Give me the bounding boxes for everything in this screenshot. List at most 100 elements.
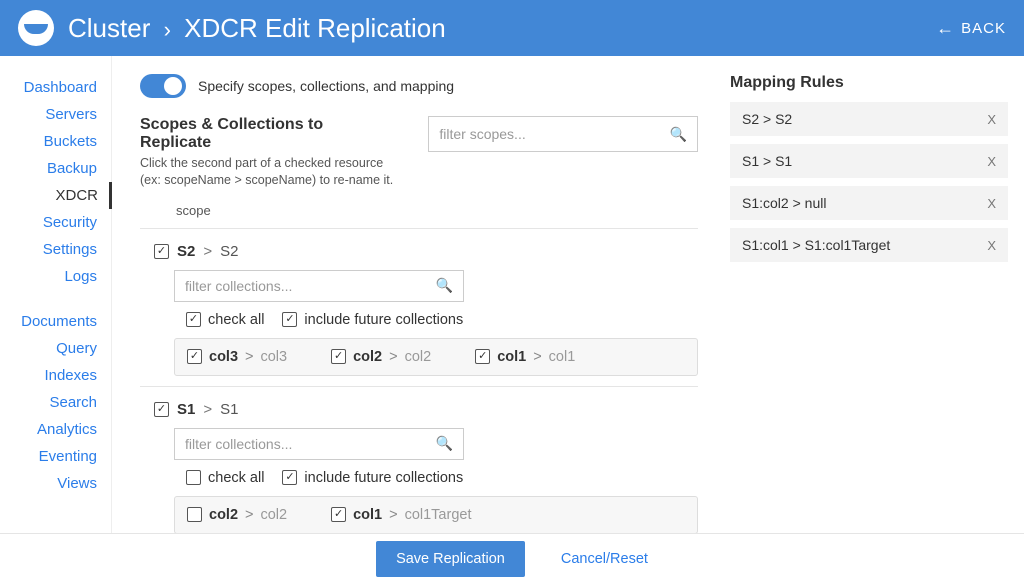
collection-item: col1 > col1Target <box>331 507 471 523</box>
search-icon: 🔍 <box>436 277 453 294</box>
mapping-rule-text: S1:col2 > null <box>742 195 826 211</box>
search-icon: 🔍 <box>670 126 687 143</box>
arrow-icon: > <box>203 401 212 418</box>
collection-source: col3 <box>209 349 238 365</box>
arrow-icon: > <box>389 507 397 523</box>
logo-icon <box>18 10 54 46</box>
breadcrumb-root[interactable]: Cluster <box>68 13 150 43</box>
filter-collections-wrap: 🔍 <box>174 270 464 302</box>
remove-rule-icon[interactable]: X <box>987 196 996 211</box>
collection-target[interactable]: col2 <box>405 349 432 365</box>
checkbox[interactable] <box>186 470 201 485</box>
collection-item: col2 > col2 <box>187 507 287 523</box>
sidebar-item-settings[interactable]: Settings <box>0 236 111 263</box>
divider <box>140 228 698 229</box>
mapping-rule-text: S1 > S1 <box>742 153 792 169</box>
breadcrumb-page: XDCR Edit Replication <box>184 13 446 43</box>
checkbox[interactable] <box>282 470 297 485</box>
remove-rule-icon[interactable]: X <box>987 154 996 169</box>
filter-scopes-input[interactable] <box>439 126 669 142</box>
sidebar-item-documents[interactable]: Documents <box>0 308 111 335</box>
section-subtitle-1: Click the second part of a checked resou… <box>140 155 398 172</box>
sidebar-item-dashboard[interactable]: Dashboard <box>0 74 111 101</box>
mapping-rule-text: S2 > S2 <box>742 111 792 127</box>
sidebar-nav: DashboardServersBucketsBackupXDCRSecurit… <box>0 56 112 533</box>
collection-source: col1 <box>497 349 526 365</box>
sidebar-item-query[interactable]: Query <box>0 335 111 362</box>
filter-collections-input[interactable] <box>185 436 436 452</box>
checkbox[interactable] <box>154 402 169 417</box>
collection-target[interactable]: col1 <box>549 349 576 365</box>
filter-collections-wrap: 🔍 <box>174 428 464 460</box>
sidebar-item-eventing[interactable]: Eventing <box>0 443 111 470</box>
check-all-option[interactable]: check all <box>186 470 264 486</box>
section-title: Scopes & Collections to Replicate <box>140 116 398 152</box>
collection-source: col2 <box>353 349 382 365</box>
scope-row: S1 > S1 <box>154 401 698 418</box>
sidebar-item-logs[interactable]: Logs <box>0 263 111 290</box>
scope-row: S2 > S2 <box>154 243 698 260</box>
scope-options: check all include future collections <box>186 470 698 486</box>
sidebar-item-servers[interactable]: Servers <box>0 101 111 128</box>
arrow-icon: > <box>245 349 253 365</box>
cancel-button[interactable]: Cancel/Reset <box>561 551 648 567</box>
checkbox[interactable] <box>154 244 169 259</box>
mapping-rules-panel: Mapping Rules S2 > S2 X S1 > S1 X S1:col2 > … <box>722 56 1012 533</box>
collections-grid: col3 > col3 col2 > col2 col1 > col1 <box>174 338 698 376</box>
scope-target[interactable]: S2 <box>220 243 238 260</box>
filter-collections-input[interactable] <box>185 278 436 294</box>
sidebar-item-analytics[interactable]: Analytics <box>0 416 111 443</box>
checkbox[interactable] <box>187 507 202 522</box>
mapping-toggle[interactable] <box>140 74 186 98</box>
sidebar-item-search[interactable]: Search <box>0 389 111 416</box>
arrow-left-icon: ← <box>936 18 955 39</box>
sidebar-item-views[interactable]: Views <box>0 470 111 497</box>
sidebar-item-indexes[interactable]: Indexes <box>0 362 111 389</box>
sidebar-item-backup[interactable]: Backup <box>0 155 111 182</box>
scope-target[interactable]: S1 <box>220 401 238 418</box>
checkbox[interactable] <box>187 349 202 364</box>
scope-column-header: scope <box>176 203 698 218</box>
divider <box>140 386 698 387</box>
app-header: Cluster › XDCR Edit Replication ← BACK <box>0 0 1024 56</box>
collection-target[interactable]: col1Target <box>405 507 472 523</box>
checkbox[interactable] <box>282 312 297 327</box>
mapping-toggle-label: Specify scopes, collections, and mapping <box>198 78 454 94</box>
mapping-rule: S1:col1 > S1:col1Target X <box>730 228 1008 262</box>
collection-source: col1 <box>353 507 382 523</box>
filter-scopes-input-wrap: 🔍 <box>428 116 698 152</box>
chevron-right-icon: › <box>164 17 171 42</box>
collection-target[interactable]: col3 <box>260 349 287 365</box>
mapping-rule-text: S1:col1 > S1:col1Target <box>742 237 890 253</box>
check-all-option[interactable]: check all <box>186 312 264 328</box>
collections-grid: col2 > col2 col1 > col1Target <box>174 496 698 533</box>
checkbox[interactable] <box>331 507 346 522</box>
remove-rule-icon[interactable]: X <box>987 238 996 253</box>
remove-rule-icon[interactable]: X <box>987 112 996 127</box>
scope-options: check all include future collections <box>186 312 698 328</box>
scope-source: S2 <box>177 243 195 260</box>
back-button[interactable]: ← BACK <box>936 18 1006 39</box>
arrow-icon: > <box>389 349 397 365</box>
include-future-option[interactable]: include future collections <box>282 312 463 328</box>
collection-item: col2 > col2 <box>331 349 431 365</box>
main-content: Specify scopes, collections, and mapping… <box>112 56 722 533</box>
include-future-option[interactable]: include future collections <box>282 470 463 486</box>
sidebar-item-buckets[interactable]: Buckets <box>0 128 111 155</box>
collection-target[interactable]: col2 <box>260 507 287 523</box>
checkbox[interactable] <box>475 349 490 364</box>
mapping-rules-title: Mapping Rules <box>730 74 1008 92</box>
sidebar-item-xdcr[interactable]: XDCR <box>0 182 112 209</box>
checkbox[interactable] <box>186 312 201 327</box>
arrow-icon: > <box>533 349 541 365</box>
scope-source: S1 <box>177 401 195 418</box>
arrow-icon: > <box>203 243 212 260</box>
scope-detail: 🔍 check all include future collections col2… <box>174 428 698 533</box>
sidebar-item-security[interactable]: Security <box>0 209 111 236</box>
arrow-icon: > <box>245 507 253 523</box>
collection-source: col2 <box>209 507 238 523</box>
checkbox[interactable] <box>331 349 346 364</box>
save-button[interactable]: Save Replication <box>376 541 525 577</box>
footer-actions: Save Replication Cancel/Reset <box>0 533 1024 583</box>
collection-item: col1 > col1 <box>475 349 575 365</box>
